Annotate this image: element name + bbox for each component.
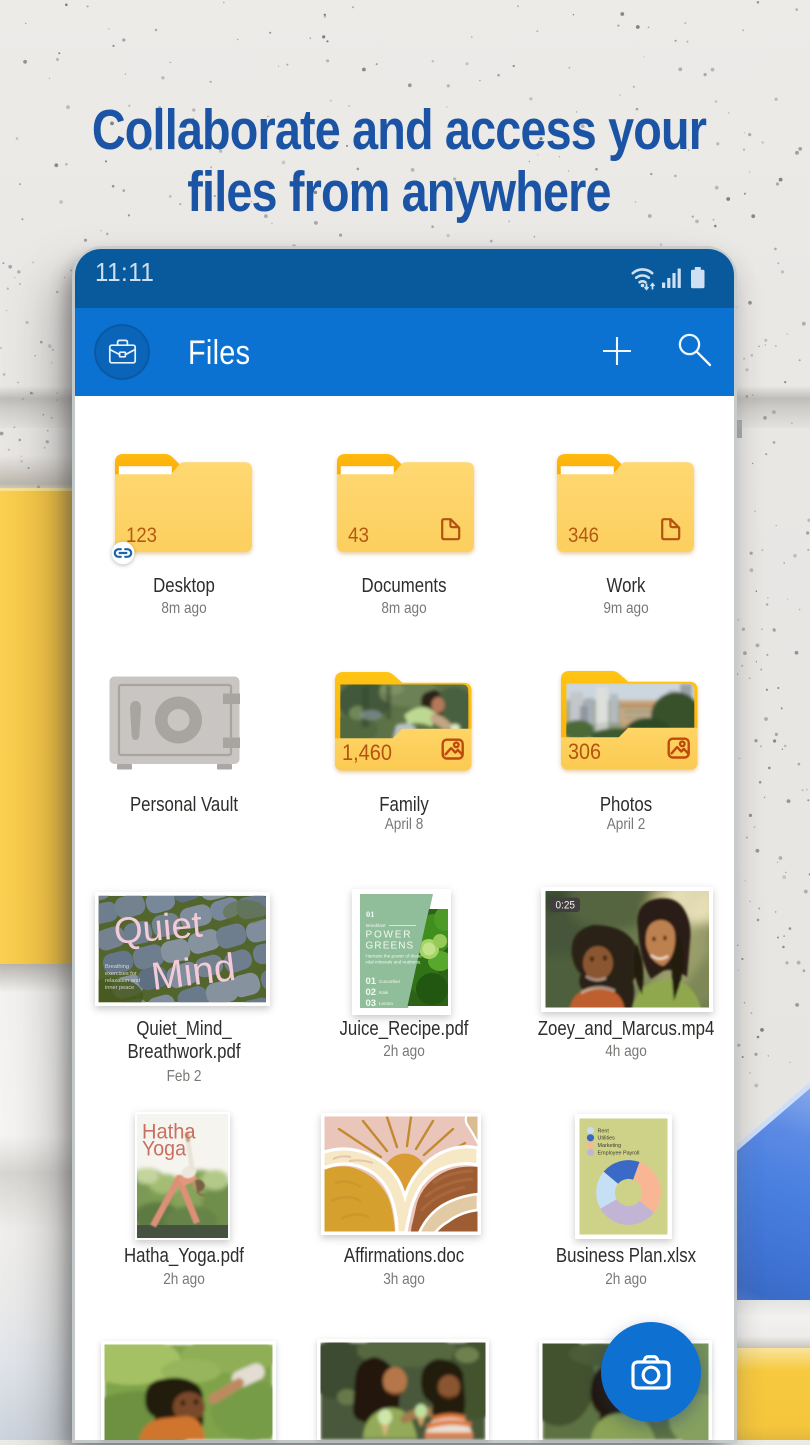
svg-text:Harness the power of these: Harness the power of these (365, 953, 422, 958)
svg-text:01: 01 (365, 976, 376, 987)
svg-text:Rent: Rent (597, 1128, 609, 1134)
svg-text:02: 02 (365, 987, 376, 998)
svg-text:306: 306 (568, 739, 601, 764)
svg-text:exercises for: exercises for (105, 971, 137, 977)
svg-text:Cucumber: Cucumber (379, 979, 401, 984)
svg-text:Employee Payroll: Employee Payroll (597, 1150, 639, 1156)
svg-text:Marketing: Marketing (597, 1143, 621, 1149)
svg-text:43: 43 (348, 523, 369, 547)
svg-text:03: 03 (365, 998, 376, 1009)
svg-text:POWER: POWER (365, 929, 412, 940)
svg-text:Quiet: Quiet (112, 903, 204, 952)
svg-text:01: 01 (366, 909, 375, 919)
svg-text:Utilities: Utilities (597, 1136, 615, 1142)
svg-text:Breakfast: Breakfast (366, 923, 386, 928)
svg-text:inner peace: inner peace (105, 985, 134, 991)
svg-text:Kale: Kale (379, 990, 389, 995)
svg-text:Lemon: Lemon (379, 1001, 393, 1006)
svg-text:vital minerals and nutrients.: vital minerals and nutrients. (365, 959, 421, 964)
svg-text:346: 346 (568, 523, 599, 547)
svg-text:GREENS: GREENS (365, 940, 414, 951)
svg-text:Yoga: Yoga (142, 1138, 186, 1161)
svg-text:1,460: 1,460 (342, 740, 392, 765)
svg-text:0:25: 0:25 (555, 899, 575, 911)
svg-text:Breathing: Breathing (105, 964, 129, 970)
svg-text:relaxation and: relaxation and (105, 978, 140, 984)
